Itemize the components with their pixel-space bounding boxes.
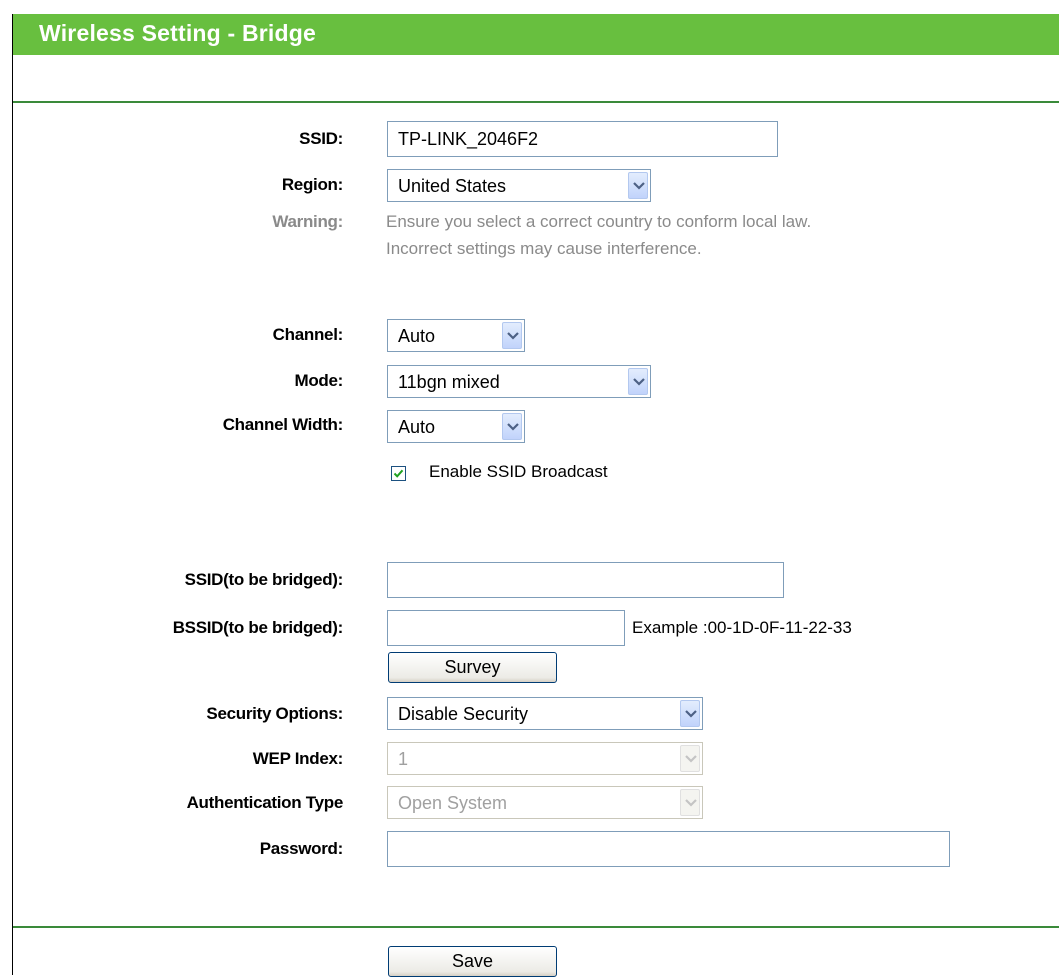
chevron-down-icon: [680, 745, 700, 772]
mode-select-value: 11bgn mixed: [398, 372, 500, 392]
warning-label: Warning:: [272, 212, 343, 231]
security-options-select-value: Disable Security: [398, 704, 529, 724]
chevron-down-icon: [502, 413, 522, 440]
ssid-bridged-label: SSID(to be bridged):: [184, 570, 344, 589]
page-title: Wireless Setting - Bridge: [39, 20, 317, 46]
bssid-bridged-label: BSSID(to be bridged):: [172, 618, 344, 637]
survey-button[interactable]: Survey: [388, 652, 557, 683]
save-button[interactable]: Save: [388, 946, 557, 977]
channel-select-value: Auto: [398, 326, 436, 346]
auth-type-select-value: Open System: [398, 793, 508, 813]
channel-label: Channel:: [272, 325, 344, 344]
channel-width-select[interactable]: Auto: [387, 410, 525, 443]
ssid-bridged-input[interactable]: [387, 562, 784, 598]
title-bar: Wireless Setting - Bridge: [13, 14, 1059, 55]
ssid-broadcast-checkbox[interactable]: [391, 466, 406, 481]
chevron-down-icon: [502, 322, 522, 349]
bssid-bridged-input[interactable]: [387, 610, 625, 646]
ssid-input[interactable]: [387, 121, 778, 157]
mode-label: Mode:: [294, 371, 343, 390]
chevron-down-icon: [628, 172, 648, 199]
top-divider: [13, 101, 1059, 103]
chevron-down-icon: [680, 789, 700, 816]
region-label: Region:: [281, 175, 343, 194]
security-options-select[interactable]: Disable Security: [387, 697, 703, 730]
warning-line-1: Ensure you select a correct country to c…: [386, 212, 812, 231]
checkmark-icon: [393, 469, 404, 478]
channel-width-label: Channel Width:: [222, 415, 344, 434]
password-input[interactable]: [387, 831, 950, 867]
channel-width-select-value: Auto: [398, 417, 436, 437]
password-label: Password:: [259, 839, 344, 858]
chevron-down-icon: [680, 700, 700, 727]
wireless-bridge-panel: Wireless Setting - Bridge SSID: Region: …: [12, 14, 1059, 977]
bottom-divider: [13, 926, 1059, 928]
auth-type-select[interactable]: Open System: [387, 786, 703, 819]
channel-select[interactable]: Auto: [387, 319, 525, 352]
bssid-example-text: Example :00-1D-0F-11-22-33: [632, 618, 852, 637]
auth-type-label: Authentication Type: [186, 793, 344, 812]
security-options-label: Security Options:: [206, 704, 343, 723]
mode-select[interactable]: 11bgn mixed: [387, 365, 651, 398]
wep-index-select-value: 1: [398, 749, 409, 769]
chevron-down-icon: [628, 368, 648, 395]
wep-index-select[interactable]: 1: [387, 742, 703, 775]
ssid-label: SSID:: [299, 129, 343, 148]
warning-line-2: Incorrect settings may cause interferenc…: [386, 239, 702, 258]
region-select-value: United States: [398, 176, 507, 196]
wep-index-label: WEP Index:: [252, 749, 344, 768]
region-select[interactable]: United States: [387, 169, 651, 202]
ssid-broadcast-label: Enable SSID Broadcast: [429, 462, 608, 481]
